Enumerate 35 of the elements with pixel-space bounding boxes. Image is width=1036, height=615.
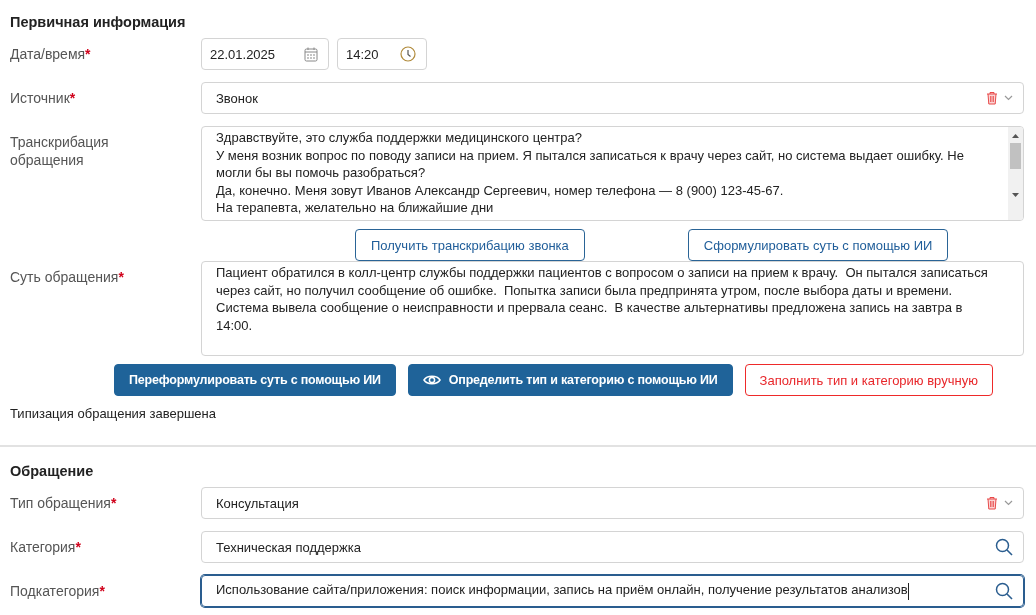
trash-icon[interactable] (986, 91, 998, 105)
search-icon[interactable] (995, 582, 1013, 600)
scrollbar-thumb[interactable] (1010, 143, 1021, 169)
status-text: Типизация обращения завершена (10, 406, 216, 421)
calendar-icon (304, 46, 318, 62)
field-label: Суть обращения* (10, 268, 125, 286)
date-field[interactable]: 22.01.2025 (201, 38, 329, 70)
time-field[interactable]: 14:20 (337, 38, 427, 70)
action-button[interactable]: Получить транскрибацию звонка (355, 229, 585, 261)
scroll-down-icon[interactable] (1011, 192, 1020, 198)
field-label: Подкатегория* (10, 582, 106, 600)
clock-icon (400, 46, 416, 62)
action-button[interactable]: Переформулировать суть с помощью ИИ (114, 364, 396, 396)
field-label: Категория* (10, 538, 82, 556)
section-title: Обращение (10, 463, 94, 479)
section-title: Первичная информация (10, 14, 186, 30)
search-icon[interactable] (995, 538, 1013, 556)
field-label: Дата/время* (10, 45, 92, 63)
field-label: Источник* (10, 89, 77, 107)
trash-icon[interactable] (986, 496, 998, 510)
action-button[interactable]: Определить тип и категорию с помощью ИИ (407, 364, 733, 396)
manual-fill-button[interactable]: Заполнить тип и категорию вручную (744, 364, 993, 396)
action-button[interactable]: Сформулировать суть с помощью ИИ (687, 229, 949, 261)
field-label: Транскрибация обращения (10, 133, 110, 169)
field-label: Тип обращения* (10, 494, 118, 512)
scroll-up-icon[interactable] (1011, 133, 1020, 139)
select-field[interactable]: Звонок (201, 82, 1024, 114)
lookup-field[interactable]: Использование сайта/приложения: поиск информации, запись на приём онлайн, получение результатов анализов (201, 575, 1024, 607)
text-area[interactable]: Пациент обратился в колл-центр службы поддержки пациентов с вопросом о записи на прием к врачу. Он пытался записаться через сайт, но получил сообщение об ошибке. Попытка записи была предпринята утром, после выбора даты и времени. Система вывела сообщение о неисправности и прервала сеанс. В качестве альтернативы предложена запись на завтра в 14:00. (201, 261, 1024, 356)
text-area[interactable]: Здравствуйте, это служба поддержки медицинского центра? У меня возник вопрос по поводу записи на прием. Я пытался записаться к врачу через сайт, но система выдает ошибку. Не могли бы вы помочь разобраться? Да, конечно. Меня зовут Иванов Александр Сергеевич, номер телефона — 8 (900) 123-45-67. На терапевта, желательно на ближайшие дни (201, 126, 1024, 221)
chevron-down-icon[interactable] (1004, 500, 1013, 506)
select-field[interactable]: Консультация (201, 487, 1024, 519)
lookup-field[interactable]: Техническая поддержка (201, 531, 1024, 563)
chevron-down-icon[interactable] (1004, 95, 1013, 101)
scrollbar[interactable] (1008, 127, 1023, 220)
